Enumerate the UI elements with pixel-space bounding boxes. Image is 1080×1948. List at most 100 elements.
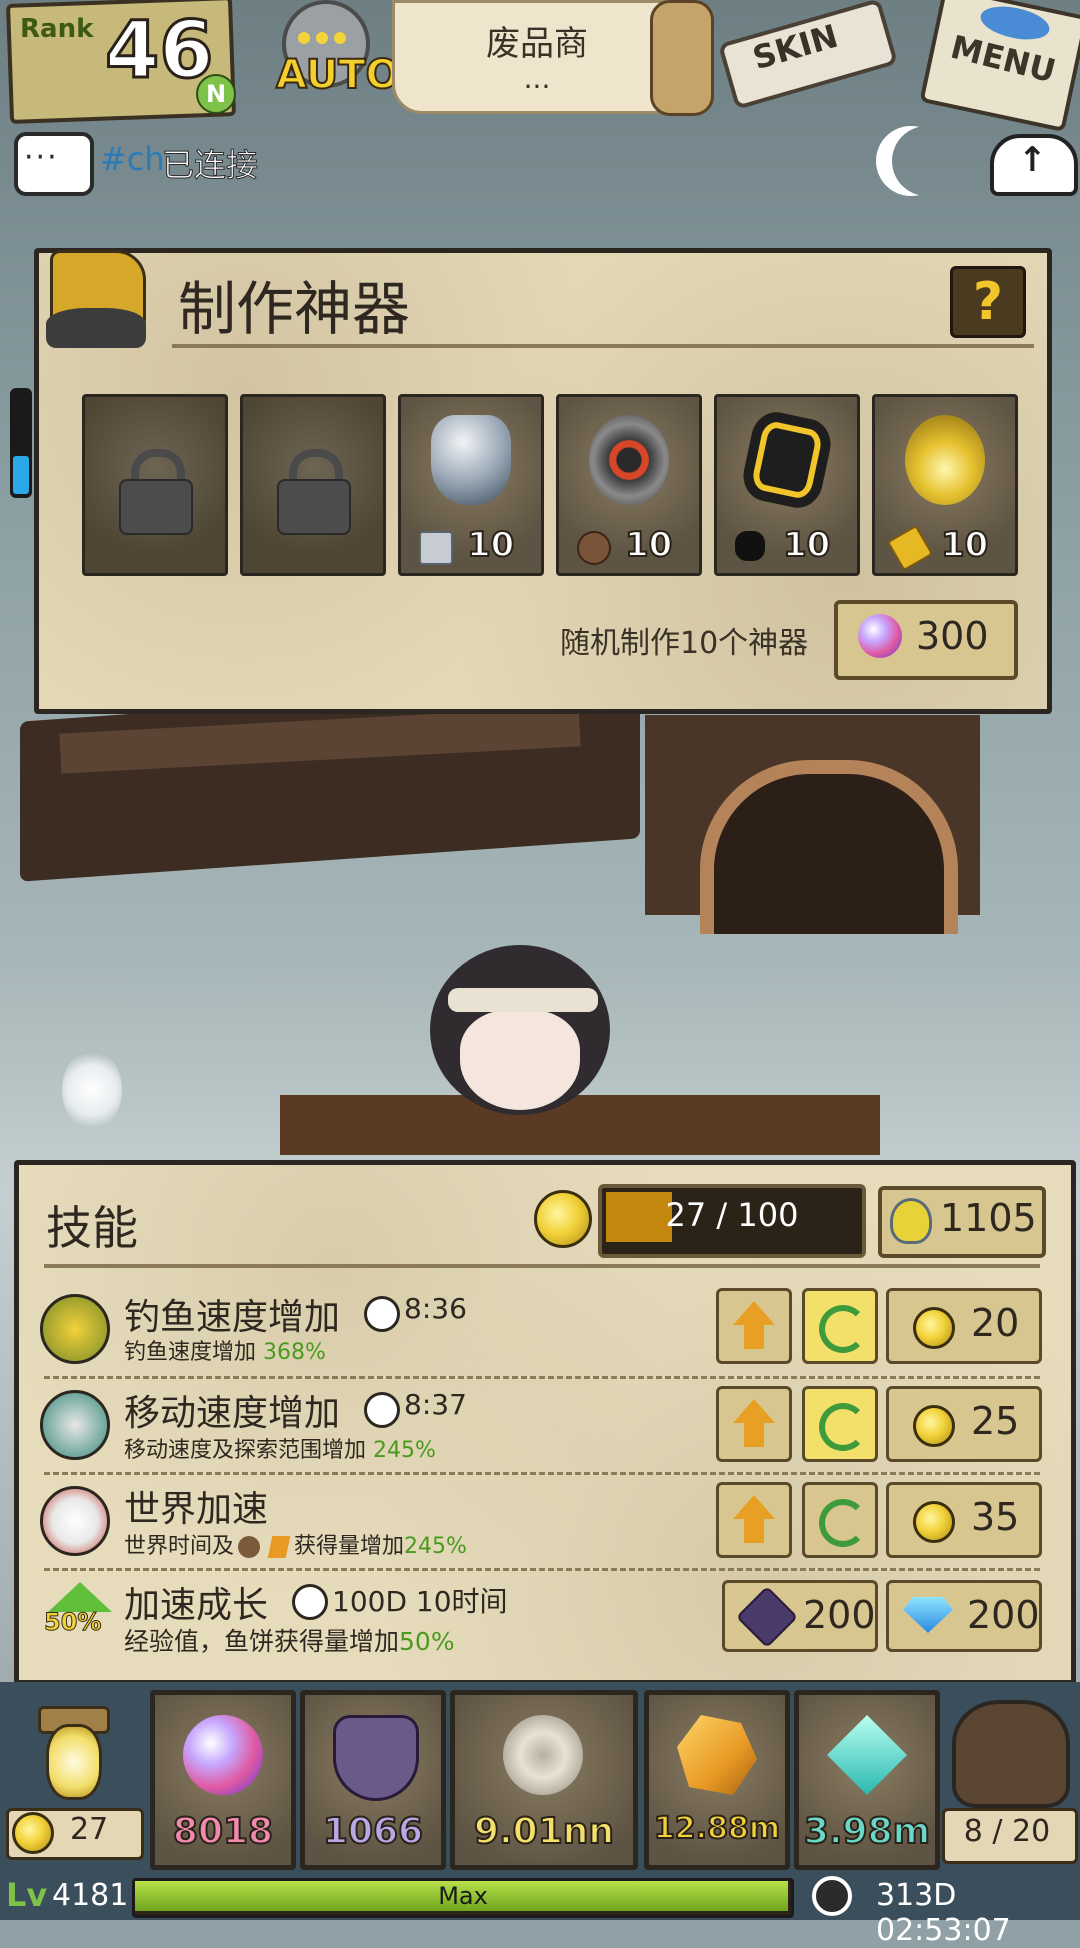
help-button[interactable]: ?	[950, 266, 1026, 338]
relic-shard-icon	[267, 1536, 291, 1558]
resource-card[interactable]: 9.01nn	[450, 1690, 638, 1870]
shield-gem-icon	[735, 1585, 799, 1649]
resource-card[interactable]: 8018	[150, 1690, 296, 1870]
skill-name: 移动速度增加	[124, 1393, 341, 1434]
lantern-button[interactable]	[16, 1700, 116, 1810]
player-character-face	[460, 1010, 580, 1110]
skill-upgrade-button[interactable]	[716, 1386, 792, 1462]
relic-slot[interactable]: 10	[556, 394, 702, 576]
row-separator	[44, 1568, 1040, 1571]
deck-rail	[280, 1095, 880, 1155]
auto-button[interactable]: AUTO	[275, 51, 400, 99]
relic-slot[interactable]: 10	[398, 394, 544, 576]
growth-name: 加速成长	[124, 1585, 269, 1626]
fish-cake-icon	[238, 1536, 261, 1558]
skill-upgrade-button[interactable]	[716, 1288, 792, 1364]
relic-slot-locked[interactable]	[240, 394, 386, 576]
skill-cost: 20	[971, 1301, 1020, 1345]
coin-value: 27	[70, 1812, 109, 1847]
potion-icon	[890, 1198, 932, 1244]
random-craft-cost: 300	[916, 614, 989, 658]
relic-black-stone-icon	[738, 407, 836, 513]
skill-name: 世界加速	[124, 1489, 269, 1530]
row-separator	[44, 1376, 1040, 1379]
skill-description: 钓鱼速度增加 368%	[124, 1340, 326, 1365]
resource-value: 12.88m	[653, 1810, 781, 1847]
clock-icon	[364, 1392, 400, 1428]
growth-boost-icon: 50%	[40, 1582, 112, 1638]
level-value: 4181	[52, 1878, 129, 1913]
world-speed-icon	[40, 1486, 110, 1556]
resource-value: 8018	[172, 1810, 274, 1853]
random-craft-label: 随机制作10个神器	[560, 626, 809, 661]
coal-icon	[735, 531, 765, 561]
side-gauge-fill	[13, 456, 29, 494]
repeat-icon	[819, 1499, 867, 1547]
auto-light-icon	[334, 32, 346, 44]
scrap-gear-icon	[577, 531, 611, 565]
quest-scroll-icon[interactable]	[650, 0, 714, 116]
location-subtitle: ...	[523, 62, 551, 95]
move-speed-icon	[40, 1390, 110, 1460]
shield-crest-icon	[333, 1715, 419, 1801]
skill-cost: 25	[971, 1399, 1020, 1443]
resource-card[interactable]: 12.88m	[644, 1690, 790, 1870]
rubble-icon	[46, 308, 146, 348]
inventory-value: 8 / 20	[963, 1814, 1051, 1849]
auto-light-icon	[298, 32, 310, 44]
lock-body-icon	[119, 479, 193, 535]
game-time: 313D 02:53:07	[876, 1878, 1011, 1948]
skills-divider	[44, 1264, 1040, 1268]
fishing-speed-icon	[40, 1294, 110, 1364]
skill-cost: 35	[971, 1495, 1020, 1539]
up-arrow-icon	[733, 1301, 775, 1325]
gold-coin-icon	[534, 1190, 592, 1248]
deck-lamp	[62, 1050, 122, 1130]
relic-vase-icon	[431, 415, 511, 505]
iron-cube-icon	[419, 531, 453, 565]
clock-icon	[364, 1296, 400, 1332]
growth-cost-b: 200	[967, 1593, 1040, 1637]
night-mode-moon-icon[interactable]	[892, 126, 962, 196]
growth-diamond-button[interactable]: 200	[886, 1580, 1042, 1652]
relic-slot-locked[interactable]	[82, 394, 228, 576]
skill-activate-button[interactable]: 35	[886, 1482, 1042, 1558]
skill-auto-repeat-toggle[interactable]	[802, 1386, 878, 1462]
blue-diamond-icon	[903, 1597, 953, 1633]
skill-auto-repeat-toggle[interactable]	[802, 1288, 878, 1364]
rainbow-orb-icon	[183, 1715, 263, 1795]
lantern-icon	[46, 1724, 102, 1800]
growth-cost-a: 200	[803, 1593, 876, 1637]
relic-slot[interactable]: 10	[714, 394, 860, 576]
title-divider	[172, 344, 1034, 348]
resource-value: 3.98m	[803, 1810, 931, 1853]
spiral-shell-icon	[503, 1715, 583, 1795]
repeat-icon	[819, 1403, 867, 1451]
resource-card[interactable]: 3.98m	[794, 1690, 940, 1870]
skill-description: 移动速度及探索范围增加 245%	[124, 1438, 436, 1463]
skill-activate-button[interactable]: 20	[886, 1288, 1042, 1364]
growth-badge: 50%	[43, 1608, 102, 1637]
inventory-bag-icon[interactable]	[952, 1700, 1070, 1808]
up-arrow-icon	[733, 1495, 775, 1519]
skill-percent: 368%	[263, 1340, 326, 1365]
skill-auto-repeat-toggle[interactable]	[802, 1482, 878, 1558]
gold-coin-icon	[913, 1405, 955, 1447]
rainbow-orb-icon	[858, 614, 902, 658]
relic-slot[interactable]: 10	[872, 394, 1018, 576]
resource-card[interactable]: 1066	[300, 1690, 446, 1870]
skill-time: 8:37	[404, 1388, 467, 1421]
skill-upgrade-button[interactable]	[716, 1482, 792, 1558]
skill-percent: 245%	[404, 1534, 467, 1559]
growth-shield-gem-button[interactable]: 200	[722, 1580, 878, 1652]
amber-chunk-icon	[677, 1715, 757, 1795]
skill-activate-button[interactable]: 25	[886, 1386, 1042, 1462]
repeat-icon	[819, 1305, 867, 1353]
skill-time: 8:36	[404, 1292, 467, 1325]
chat-bubble-icon: ···	[24, 140, 59, 175]
resource-value: 1066	[322, 1810, 424, 1853]
skill-description: 世界时间及 获得量增加245%	[124, 1534, 467, 1559]
growth-time: 100D 10时间	[332, 1585, 508, 1618]
gold-coin-icon	[913, 1307, 955, 1349]
rank-label: Rank	[20, 14, 94, 44]
